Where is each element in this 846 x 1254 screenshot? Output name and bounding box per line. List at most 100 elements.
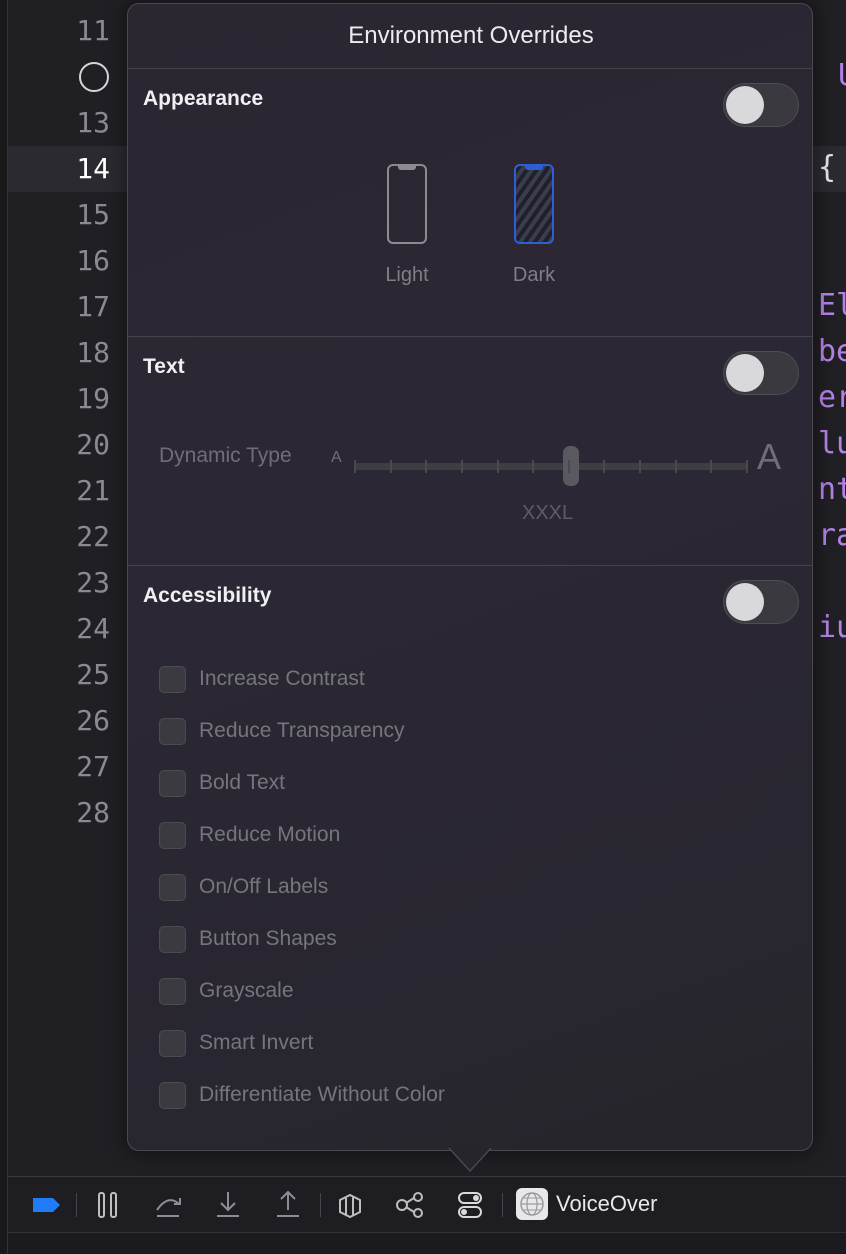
environment-overrides-icon[interactable] bbox=[456, 1190, 484, 1220]
slider-tick bbox=[639, 460, 642, 473]
code-fragment: be bbox=[818, 334, 846, 369]
line-number: 27 bbox=[76, 750, 110, 783]
differentiate-without-color-checkbox[interactable]: Differentiate Without Color bbox=[159, 1080, 445, 1110]
appearance-light-option[interactable] bbox=[387, 164, 427, 244]
line-number: 16 bbox=[76, 244, 110, 277]
checkbox[interactable] bbox=[159, 769, 186, 797]
checkbox[interactable] bbox=[159, 977, 186, 1005]
increase-contrast-checkbox[interactable]: Increase Contrast bbox=[159, 664, 365, 694]
code-fragment: El bbox=[818, 288, 846, 323]
checkbox-label: Grayscale bbox=[199, 979, 294, 1002]
line-number: 15 bbox=[76, 198, 110, 231]
appearance-toggle[interactable] bbox=[723, 83, 799, 127]
line-number: 19 bbox=[76, 382, 110, 415]
checkbox-label: Increase Contrast bbox=[199, 667, 365, 690]
code-fragment: lu bbox=[818, 426, 846, 461]
checkbox-label: Reduce Motion bbox=[199, 823, 341, 846]
line-number: 23 bbox=[76, 566, 110, 599]
dynamic-type-slider[interactable] bbox=[354, 463, 748, 470]
step-into-icon[interactable] bbox=[212, 1190, 244, 1220]
editor-left-edge bbox=[0, 0, 8, 1254]
on-off-labels-checkbox[interactable]: On/Off Labels bbox=[159, 872, 328, 902]
accessibility-section-title: Accessibility bbox=[143, 584, 272, 607]
appearance-dark-label: Dark bbox=[512, 264, 556, 286]
code-fragment: ra bbox=[818, 518, 846, 553]
memory-graph-icon[interactable] bbox=[394, 1190, 426, 1220]
line-number: 26 bbox=[76, 704, 110, 737]
line-number: 21 bbox=[76, 474, 110, 507]
debug-toolbar bbox=[8, 1176, 846, 1232]
pause-icon[interactable] bbox=[96, 1190, 120, 1220]
toolbar-separator bbox=[76, 1193, 77, 1217]
reduce-transparency-checkbox[interactable]: Reduce Transparency bbox=[159, 716, 404, 746]
checkbox[interactable] bbox=[159, 665, 186, 693]
appearance-section-title: Appearance bbox=[143, 87, 264, 110]
toggle-knob bbox=[726, 86, 764, 124]
checkbox[interactable] bbox=[159, 925, 186, 953]
slider-tick bbox=[532, 460, 535, 473]
code-fragment: iu bbox=[818, 610, 846, 645]
line-number: 17 bbox=[76, 290, 110, 323]
accessibility-toggle[interactable] bbox=[723, 580, 799, 624]
phone-notch bbox=[525, 166, 543, 170]
breakpoint-icon[interactable] bbox=[30, 1190, 62, 1220]
scheme-voiceover-label[interactable]: VoiceOver bbox=[556, 1191, 658, 1217]
checkbox-label: Reduce Transparency bbox=[199, 719, 405, 742]
line-number: 22 bbox=[76, 520, 110, 553]
voiceover-icon[interactable] bbox=[516, 1188, 548, 1220]
status-strip bbox=[8, 1232, 846, 1254]
slider-tick bbox=[567, 460, 570, 473]
line-12-circle-icon[interactable] bbox=[79, 62, 109, 92]
reduce-motion-checkbox[interactable]: Reduce Motion bbox=[159, 820, 340, 850]
checkbox-label: Bold Text bbox=[199, 771, 285, 794]
checkbox-label: Smart Invert bbox=[199, 1031, 314, 1054]
dynamic-type-slider-thumb[interactable] bbox=[562, 446, 579, 486]
slider-tick bbox=[674, 460, 677, 473]
phone-notch bbox=[398, 166, 416, 170]
slider-tick bbox=[603, 460, 606, 473]
view-hierarchy-icon[interactable] bbox=[336, 1190, 364, 1220]
line-number: 20 bbox=[76, 428, 110, 461]
code-fragment: er bbox=[818, 380, 846, 415]
appearance-light-label: Light bbox=[385, 264, 429, 286]
line-number: 25 bbox=[76, 658, 110, 691]
toggle-knob bbox=[726, 354, 764, 392]
checkbox[interactable] bbox=[159, 1029, 186, 1057]
checkbox-label: Differentiate Without Color bbox=[199, 1083, 445, 1106]
code-fragment: nt bbox=[818, 472, 846, 507]
slider-tick bbox=[496, 460, 499, 473]
small-text-glyph: A bbox=[331, 449, 342, 466]
large-text-glyph: A bbox=[757, 436, 782, 477]
line-number: 24 bbox=[76, 612, 110, 645]
divider bbox=[128, 68, 812, 69]
toolbar-separator bbox=[320, 1193, 321, 1217]
checkbox[interactable] bbox=[159, 821, 186, 849]
step-out-icon[interactable] bbox=[272, 1190, 304, 1220]
checkbox[interactable] bbox=[159, 873, 186, 901]
divider bbox=[128, 565, 812, 566]
slider-tick bbox=[425, 460, 428, 473]
line-number: 11 bbox=[76, 14, 110, 47]
toggle-knob bbox=[726, 583, 764, 621]
button-shapes-checkbox[interactable]: Button Shapes bbox=[159, 924, 337, 954]
dynamic-type-value: XXXL bbox=[522, 502, 574, 524]
code-fragment: U bbox=[838, 58, 846, 93]
checkbox-label: Button Shapes bbox=[199, 927, 337, 950]
divider bbox=[128, 336, 812, 337]
text-toggle[interactable] bbox=[723, 351, 799, 395]
slider-tick bbox=[354, 460, 356, 473]
grayscale-checkbox[interactable]: Grayscale bbox=[159, 976, 294, 1006]
bold-text-checkbox[interactable]: Bold Text bbox=[159, 768, 285, 798]
smart-invert-checkbox[interactable]: Smart Invert bbox=[159, 1028, 313, 1058]
slider-tick bbox=[746, 460, 748, 473]
environment-overrides-popover: Environment Overrides Appearance Light D… bbox=[127, 3, 813, 1151]
popover-arrow-fill bbox=[449, 1147, 491, 1170]
checkbox-label: On/Off Labels bbox=[199, 875, 329, 898]
line-number: 13 bbox=[76, 106, 110, 139]
checkbox[interactable] bbox=[159, 717, 186, 745]
appearance-dark-option[interactable] bbox=[514, 164, 554, 244]
code-fragment: { bbox=[818, 150, 837, 185]
toolbar-separator bbox=[502, 1193, 503, 1217]
step-over-icon[interactable] bbox=[152, 1190, 184, 1220]
checkbox[interactable] bbox=[159, 1081, 186, 1109]
